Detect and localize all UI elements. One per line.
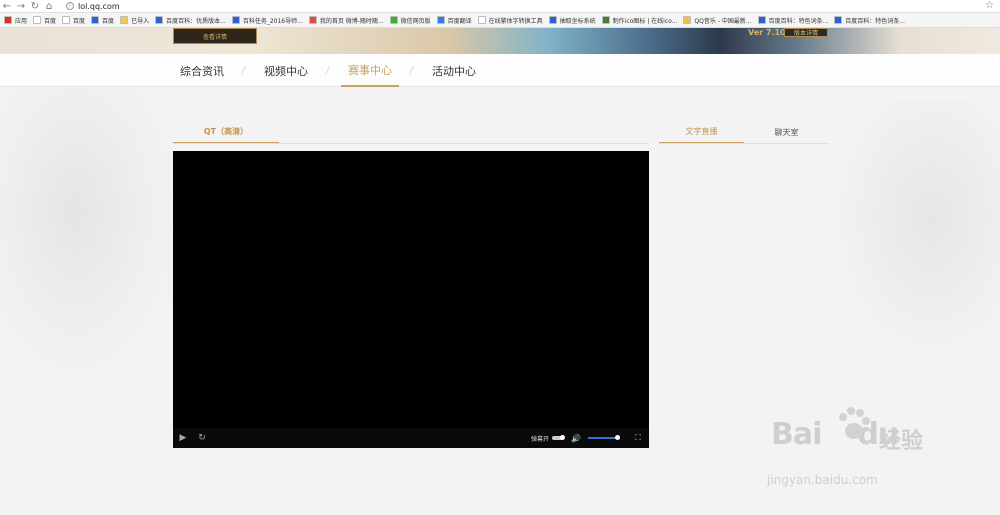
bookmark-favicon-icon <box>33 16 42 24</box>
bookmark-item[interactable]: 抽取坐标系统 <box>548 16 596 25</box>
nav-tab[interactable]: 活动中心 <box>423 54 485 87</box>
bookmarks-bar: 应用 百度 百度 百度 已导入 百度百科：优质版本... 百科任务_2016导师... 我的首… <box>0 13 1000 28</box>
version-label: Ver 7.10 <box>748 28 786 37</box>
bookmark-item[interactable]: 微信网页版 <box>389 16 431 25</box>
watermark-url: jingyan.baidu.com <box>767 473 878 487</box>
background-art-right <box>830 100 1000 360</box>
danmu-switch[interactable] <box>552 435 566 440</box>
nav-tab[interactable]: 综合资讯 <box>170 54 234 87</box>
bookmark-label: 应用 <box>15 17 28 25</box>
version-details-button[interactable]: 版本详情 <box>784 28 828 37</box>
volume-knob[interactable] <box>614 435 620 440</box>
bookmark-label: 制作ico图标 | 在线ico... <box>612 17 678 25</box>
hero-banner: 查看详情 Ver 7.10 版本详情 <box>0 28 1000 54</box>
main-nav: 综合资讯 视频中心 赛事中心 活动中心 <box>0 54 1000 87</box>
nav-tab[interactable]: 视频中心 <box>254 54 318 87</box>
home-icon[interactable]: ⌂ <box>42 0 56 12</box>
paw-icon <box>839 407 870 439</box>
danmu-toggle[interactable]: 弹幕开 <box>531 428 566 448</box>
bookmark-item[interactable]: 在线繁体字转换工具 <box>477 16 543 25</box>
bookmark-item[interactable]: 百度 <box>62 16 85 25</box>
bookmark-label: 百度 <box>73 17 86 25</box>
bookmark-item[interactable]: QQ音乐 - 中国最新... <box>683 16 752 25</box>
bookmark-favicon-icon <box>231 16 240 24</box>
bookmark-star-icon[interactable]: ☆ <box>985 0 994 11</box>
bookmark-label: QQ音乐 - 中国最新... <box>694 17 752 25</box>
bookmark-label: 抽取坐标系统 <box>559 17 596 25</box>
fullscreen-icon[interactable]: ⛶ <box>632 428 644 448</box>
bookmark-label: 百度 <box>102 17 115 25</box>
tab-live-text[interactable]: 文字直播 <box>659 120 744 144</box>
bookmark-item[interactable]: 百度百科：特色词条... <box>834 16 905 25</box>
baidu-jingyan-watermark: Bai du 经验 jingyan.baidu.com <box>763 405 963 505</box>
bookmark-item[interactable]: 已导入 <box>120 16 149 25</box>
video-player[interactable]: ▶ ↻ 弹幕开 🔊 ⛶ <box>173 151 649 448</box>
bookmark-label: 微信网页版 <box>400 17 431 25</box>
forward-icon[interactable]: → <box>14 0 28 12</box>
bookmark-item[interactable]: 百度翻译 <box>436 16 472 25</box>
bookmark-favicon-icon <box>601 16 610 24</box>
player-tab-divider <box>173 143 649 144</box>
bookmark-favicon-icon <box>389 16 398 24</box>
bookmark-favicon-icon <box>548 16 557 24</box>
bookmark-label: 百度百科：特色词条... <box>845 17 906 25</box>
bookmark-favicon-icon <box>120 16 129 24</box>
nav-separator <box>408 66 415 75</box>
bookmark-favicon-icon <box>308 16 317 24</box>
bookmark-item[interactable]: 百度百科：特色词条... <box>757 16 829 25</box>
bookmark-item[interactable]: 百度 <box>91 16 114 25</box>
tab-chat-room[interactable]: 聊天室 <box>744 120 829 144</box>
bookmark-label: 我的首页 微博-随时随... <box>319 17 384 25</box>
refresh-icon[interactable]: ↻ <box>193 428 211 448</box>
bookmark-item[interactable]: 百科任务_2016导师... <box>231 16 303 25</box>
bookmark-favicon-icon <box>62 16 71 24</box>
bookmark-favicon-icon <box>436 16 445 24</box>
bookmark-favicon-icon <box>757 16 766 24</box>
bookmark-label: 已导入 <box>131 17 150 25</box>
view-details-button[interactable]: 查看详情 <box>173 28 257 44</box>
nav-separator <box>324 66 331 75</box>
back-icon[interactable]: ← <box>0 0 14 12</box>
volume-slider[interactable] <box>587 435 620 440</box>
bookmark-favicon-icon <box>834 16 843 24</box>
bookmark-label: 百度百科：特色词条... <box>768 17 829 25</box>
bookmark-item[interactable]: 我的首页 微博-随时随... <box>308 16 384 25</box>
bookmark-label: 百科任务_2016导师... <box>242 17 303 25</box>
bookmark-favicon-icon <box>477 16 486 24</box>
bookmark-favicon-icon <box>155 16 164 24</box>
bookmark-label: 在线繁体字转换工具 <box>488 17 543 25</box>
nav-tab[interactable]: 赛事中心 <box>341 54 399 87</box>
volume-icon[interactable]: 🔊 <box>571 434 581 443</box>
bookmark-label: 百度百科：优质版本... <box>166 17 226 25</box>
info-icon: i <box>66 2 74 10</box>
danmu-label: 弹幕开 <box>531 435 550 443</box>
bookmark-favicon-icon <box>4 16 12 24</box>
tab-qt-hd[interactable]: QT（高清） <box>173 120 279 144</box>
watermark-cn: 经验 <box>879 429 924 454</box>
bookmark-item[interactable]: 百度百科：优质版本... <box>155 16 226 25</box>
bookmark-label: 百度 <box>44 17 57 25</box>
bookmark-item[interactable]: 应用 <box>4 16 27 25</box>
bookmark-item[interactable]: 百度 <box>33 16 56 25</box>
play-icon[interactable]: ▶ <box>173 428 193 448</box>
bookmark-favicon-icon <box>683 16 692 24</box>
reload-icon[interactable]: ↻ <box>28 0 42 12</box>
volume-control[interactable]: 🔊 <box>571 428 620 448</box>
url-text[interactable]: lol.qq.com <box>78 2 120 11</box>
player-controls: ▶ ↻ 弹幕开 🔊 ⛶ <box>173 428 649 448</box>
background-art-left <box>0 88 190 398</box>
nav-separator <box>240 66 247 75</box>
url-field[interactable]: i lol.qq.com <box>66 2 120 11</box>
bookmark-favicon-icon <box>91 16 100 24</box>
bookmark-item[interactable]: 制作ico图标 | 在线ico... <box>601 16 678 25</box>
side-tab-divider <box>659 143 829 144</box>
bookmark-label: 百度翻译 <box>447 17 472 25</box>
address-bar: ← → ↻ ⌂ i lol.qq.com ☆ <box>0 0 1000 13</box>
